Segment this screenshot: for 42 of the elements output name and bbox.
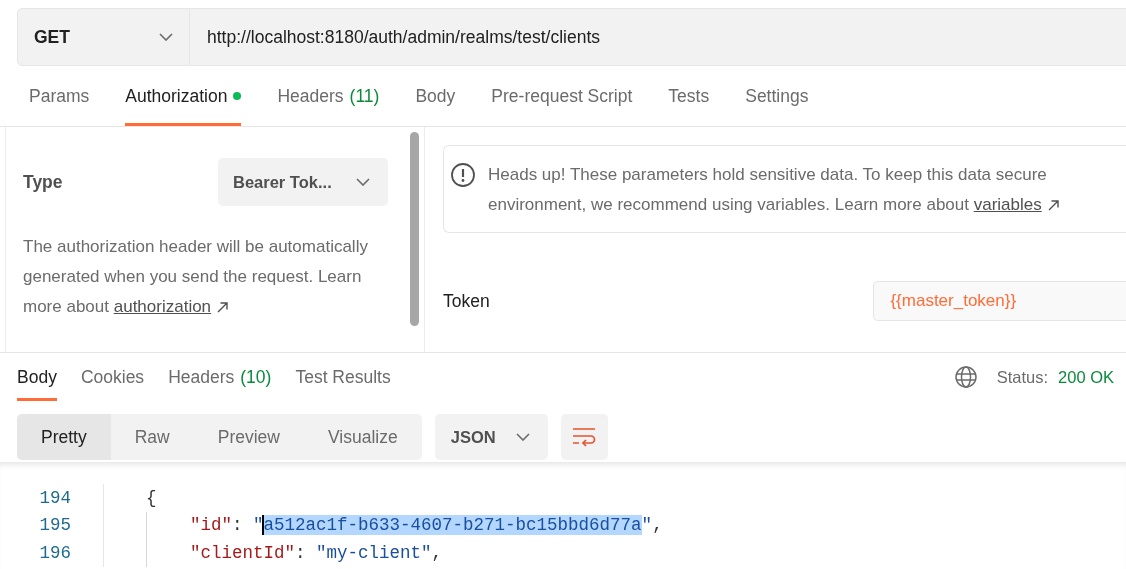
chevron-down-icon [159,33,173,41]
tab[interactable]: Settings [745,66,809,126]
wrap-icon [572,427,597,447]
token-label: Token [443,290,491,312]
tab[interactable]: Headers (11) [277,66,380,126]
tab[interactable]: Body [415,66,456,126]
chevron-down-icon [356,178,370,186]
variables-link[interactable]: variables [973,195,1042,214]
status-code: 200 OK [1058,367,1114,387]
tab[interactable]: Headers (10) [168,353,272,401]
tab[interactable]: Tests [668,66,710,126]
tab[interactable]: Params [29,66,90,126]
url-field[interactable]: http://localhost:8180/auth/admin/realms/test/clients [190,8,1126,66]
external-link-icon [217,302,229,313]
chevron-down-icon [515,433,530,441]
code-line: "clientId": "my-client", [190,542,443,563]
format-dropdown[interactable]: JSON [434,414,548,460]
view-mode-tab[interactable]: Visualize [304,414,422,460]
globe-icon[interactable] [954,366,977,388]
tab[interactable]: Authorization [125,66,242,126]
auth-type-dropdown[interactable]: Bearer Tok... [218,158,388,206]
line-number: 196 [38,542,71,563]
method-dropdown[interactable]: GET [17,8,190,66]
notice-text: Heads up! These parameters hold sensitive data. To keep this data secure environment, we recommend using variables. Learn more about variables [488,160,1059,218]
line-number: 195 [38,515,71,536]
tab[interactable]: Test Results [295,353,391,401]
alert-icon [450,162,476,188]
authorization-link[interactable]: authorization [113,297,212,316]
auth-description: The authorization header will be automatically generated when you send the request. Learn more about authorization [23,236,368,318]
tab[interactable]: Body [17,353,57,401]
external-link-icon [1047,200,1059,211]
type-label: Type [23,171,63,193]
view-mode-tab[interactable]: Pretty [17,414,111,460]
view-mode-tab[interactable]: Raw [110,414,194,460]
tab[interactable]: Cookies [80,353,145,401]
view-mode-tab[interactable]: Preview [193,414,304,460]
scrollbar[interactable] [410,132,419,326]
status-label: Status: [996,367,1049,387]
tab[interactable]: Pre-request Script [491,66,633,126]
wrap-lines-button[interactable] [560,414,608,460]
code-line: { [146,487,157,508]
line-number: 194 [38,487,71,508]
